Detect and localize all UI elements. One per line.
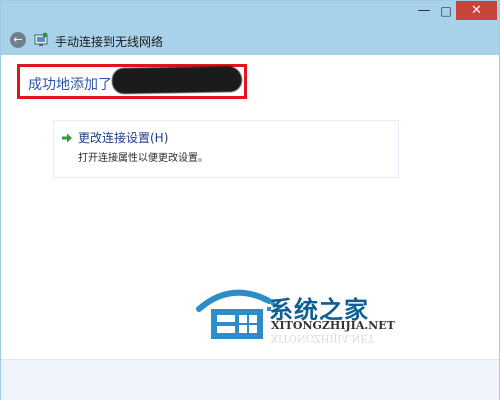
close-button[interactable]: ✕ (456, 1, 497, 20)
navigation-bar: ← 手动连接到无线网络 (1, 25, 499, 55)
green-arrow-icon (62, 133, 72, 143)
change-connection-settings-link[interactable]: 更改连接设置(H) (78, 129, 168, 146)
back-arrow-icon[interactable]: ← (10, 32, 26, 48)
watermark-reflection: XITONGZHIJIA.NET (271, 332, 375, 343)
wireless-network-icon (34, 32, 48, 46)
watermark-text-en: XITONGZHIJIA.NET (271, 319, 395, 332)
success-message: 成功地添加了 (28, 77, 112, 93)
maximize-button[interactable]: □ (435, 1, 457, 21)
change-connection-settings-description: 打开连接属性以便更改设置。 (78, 153, 208, 164)
minimize-button[interactable]: — (413, 1, 435, 21)
page-title: 手动连接到无线网络 (55, 35, 164, 49)
redacted-network-name (111, 65, 243, 95)
title-bar[interactable]: — □ ✕ (1, 1, 499, 25)
dialog-footer (1, 359, 499, 400)
dialog-window: — □ ✕ ← 手动连接到无线网络 成功地添加了 更改连接设置(H) 打开连接属… (0, 0, 500, 400)
